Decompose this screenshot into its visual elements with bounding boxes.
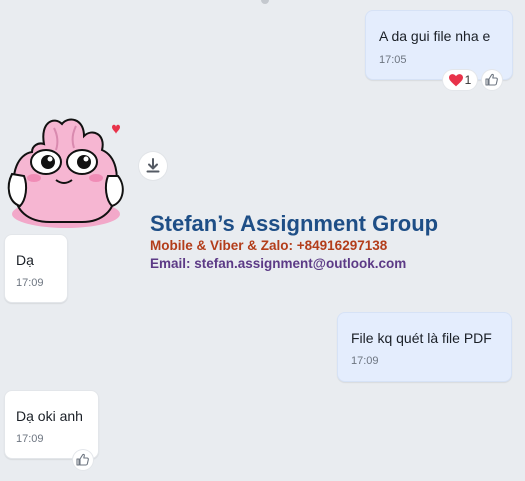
message-time: 17:09 [16, 433, 44, 445]
heart-icon [448, 73, 463, 86]
message-text: A da gui file nha e [379, 28, 491, 44]
message-time: 17:05 [379, 54, 407, 66]
scroll-indicator [261, 0, 269, 4]
watermark-email: Email: stefan.assignment@outlook.com [150, 256, 407, 271]
download-button[interactable] [139, 152, 167, 180]
message-text: Dạ [16, 252, 34, 268]
message-text: Dạ oki anh [16, 408, 83, 424]
reaction-badge[interactable]: 1 [443, 70, 477, 90]
like-button[interactable] [73, 450, 93, 470]
reaction-count: 1 [464, 73, 472, 87]
watermark-phone: Mobile & Viber & Zalo: +84916297138 [150, 238, 388, 253]
message-time: 17:09 [351, 355, 379, 367]
message-bubble-incoming[interactable]: Dạ 17:09 [4, 234, 68, 303]
message-time: 17:09 [16, 277, 44, 289]
thumbs-up-icon [485, 73, 498, 86]
like-button[interactable] [482, 70, 502, 90]
message-bubble-incoming[interactable]: Dạ oki anh 17:09 [4, 390, 99, 459]
download-icon [146, 158, 160, 173]
sticker-image[interactable] [6, 114, 126, 229]
message-bubble-outgoing[interactable]: File kq quét là file PDF 17:09 [337, 312, 512, 382]
thumbs-up-icon [76, 453, 89, 466]
watermark-title: Stefan’s Assignment Group [150, 211, 439, 236]
message-text: File kq quét là file PDF [351, 330, 492, 346]
